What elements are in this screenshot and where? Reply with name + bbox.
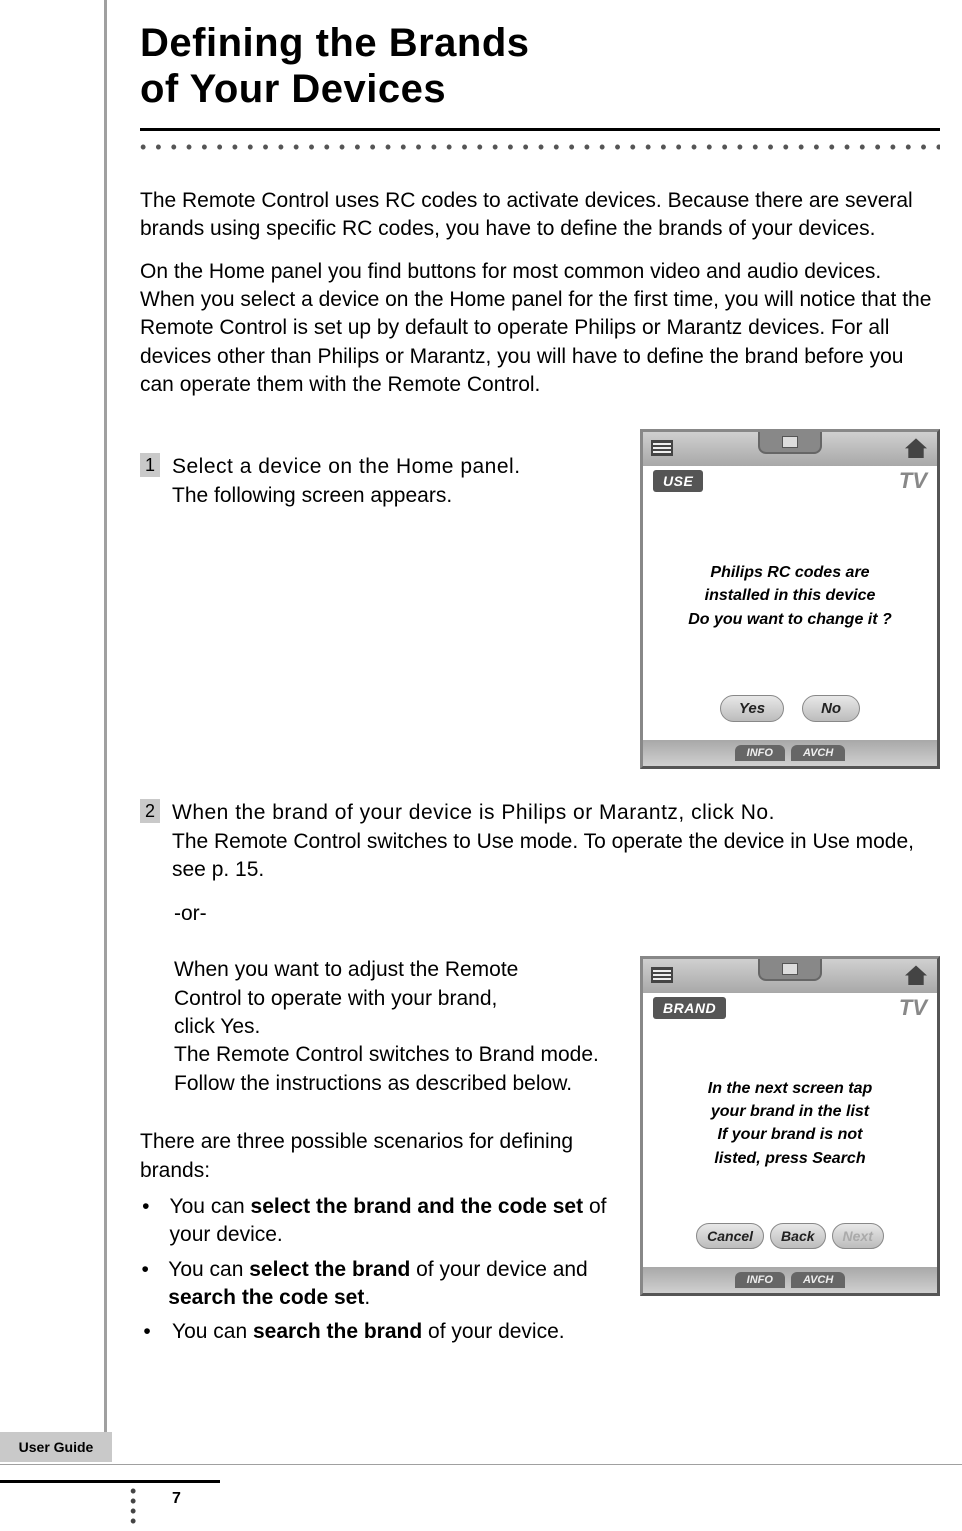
step-2-lead: When the brand of your device is Philips… [172,801,775,824]
step-2-number: 2 [140,799,160,823]
msg2-l1: In the next screen tap [708,1077,873,1100]
next-button[interactable]: Next [832,1223,884,1249]
screen1-bottombar: INFO AVCH [643,740,937,766]
screen2-message: In the next screen tap your brand in the… [643,1023,937,1223]
b3-pre: You can [172,1320,253,1343]
scenarios-intro: There are three possible scenarios for d… [140,1128,628,1185]
msg1-l2: installed in this device [705,584,876,607]
bullet-list: • You can select the brand and the code … [140,1193,628,1347]
step-1-lead: Select a device on the Home panel. [172,455,521,478]
notch-icon [758,432,822,454]
home-icon[interactable] [905,965,927,985]
dotted-rule: ••••••••••••••••••••••••••••••••••••••••… [140,137,940,157]
b1-pre: You can [170,1195,251,1218]
cancel-button[interactable]: Cancel [696,1223,764,1249]
notch-icon [758,959,822,981]
b2-mid: of your device and [410,1258,587,1281]
screen2-bottombar: INFO AVCH [643,1267,937,1293]
left-margin-rule [104,0,107,1460]
back-button[interactable]: Back [770,1223,825,1249]
info-tab-2[interactable]: INFO [735,1272,785,1288]
msg2-l4: listed, press Search [714,1147,865,1170]
bullet-dot: • [140,1318,154,1346]
home-icon[interactable] [905,438,927,458]
b2-bold2: search the code set [168,1286,364,1309]
b2-post: . [364,1286,370,1309]
msg1-l3: Do you want to change it ? [688,608,892,631]
yes-button[interactable]: Yes [720,695,784,722]
screen1-buttons: Yes No [643,695,937,722]
info-tab[interactable]: INFO [735,745,785,761]
step-2-rest: The Remote Control switches to Use mode.… [172,830,914,881]
msg2-l3: If your brand is not [718,1123,863,1146]
avch-tab-2[interactable]: AVCH [791,1272,845,1288]
step-1-number: 1 [140,453,160,477]
footer-user-guide-tab: User Guide [0,1432,112,1462]
alt-l1: When you want to adjust the Remote [174,956,628,984]
screen2-buttons: Cancel Back Next [643,1223,937,1249]
screen1-topbar [643,432,937,466]
alt-r2: Follow the instructions as described bel… [174,1070,628,1098]
alt-l2: Control to operate with your brand, [174,985,628,1013]
step-2: 2 When the brand of your device is Phili… [140,799,940,884]
b3-post: of your device. [422,1320,564,1343]
b2-pre: You can [168,1258,249,1281]
intro-paragraph-2: On the Home panel you find buttons for m… [140,258,940,400]
msg1-l1: Philips RC codes are [710,561,869,584]
screenshot-use-mode: USE TV Philips RC codes are installed in… [640,429,940,769]
title-line-1: Defining the Brands [140,21,530,65]
screen2-topbar [643,959,937,993]
or-divider: -or- [174,902,940,926]
tv-label-2: TV [899,995,927,1021]
page-number: 7 [172,1490,181,1508]
alt-r1: The Remote Control switches to Brand mod… [174,1041,628,1069]
bullet-1: • You can select the brand and the code … [140,1193,628,1250]
msg2-l2: your brand in the list [711,1100,869,1123]
menu-icon[interactable] [651,967,673,983]
bullet-2: • You can select the brand of your devic… [140,1256,628,1313]
step-1-row: 1 Select a device on the Home panel. The… [140,429,940,769]
bullet-dot: • [140,1193,152,1250]
b1-bold: select the brand and the code set [251,1195,584,1218]
title-line-2: of Your Devices [140,67,446,111]
use-badge: USE [653,470,703,492]
footer-vertical-dots: •••• [130,1486,136,1526]
page-content: Defining the Brands of Your Devices ••••… [140,20,940,1353]
title-underline [140,128,940,131]
brand-badge: BRAND [653,997,726,1019]
screenshot-brand-mode: BRAND TV In the next screen tap your bra… [640,956,940,1296]
screen2-secondbar: BRAND TV [643,993,937,1023]
alt-text: When you want to adjust the Remote Contr… [174,956,628,1098]
tv-label: TV [899,468,927,494]
screen1-message: Philips RC codes are installed in this d… [643,496,937,695]
b3-bold: search the brand [253,1320,422,1343]
step-1-rest: The following screen appears. [172,484,452,507]
b2-bold: select the brand [249,1258,410,1281]
screen1-secondbar: USE TV [643,466,937,496]
bullet-3: • You can search the brand of your devic… [140,1318,628,1346]
page-title: Defining the Brands of Your Devices [140,20,940,112]
step-1: 1 Select a device on the Home panel. The… [140,453,628,510]
avch-tab[interactable]: AVCH [791,745,845,761]
footer-thin-rule [0,1464,962,1465]
menu-icon[interactable] [651,440,673,456]
intro-paragraph-1: The Remote Control uses RC codes to acti… [140,187,940,244]
alt-row: When you want to adjust the Remote Contr… [140,956,940,1352]
footer-thick-rule [0,1480,220,1483]
bullet-dot: • [140,1256,150,1313]
alt-l3: click Yes. [174,1013,628,1041]
no-button[interactable]: No [802,695,860,722]
